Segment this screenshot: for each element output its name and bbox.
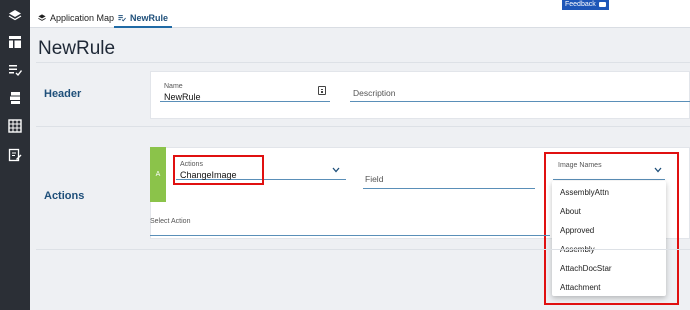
list-check-icon[interactable]	[7, 62, 23, 78]
actions-section-label: Actions	[44, 190, 85, 202]
page-title: NewRule	[38, 38, 116, 59]
divider	[36, 249, 690, 250]
highlight-box-actions	[173, 155, 264, 185]
feedback-button[interactable]: Feedback	[562, 0, 609, 10]
header-section-label: Header	[44, 88, 82, 100]
field-placeholder: Field	[365, 174, 384, 184]
layers-icon	[38, 14, 46, 21]
field-input[interactable]	[363, 171, 535, 189]
info-icon[interactable]	[318, 86, 326, 95]
edit-document-icon[interactable]	[7, 147, 23, 163]
table-layout-icon[interactable]	[7, 34, 23, 50]
description-placeholder: Description	[353, 88, 396, 98]
tab-bar: Application Map NewRule Feedback	[30, 0, 690, 28]
feedback-label: Feedback	[565, 1, 596, 8]
description-field[interactable]	[350, 88, 690, 102]
grid-icon[interactable]	[7, 118, 23, 134]
tab-label: NewRule	[130, 13, 169, 23]
action-badge: A	[150, 147, 166, 202]
select-action-field[interactable]	[150, 224, 550, 236]
tab-application-map[interactable]: Application Map	[38, 9, 114, 27]
name-field-value: NewRule	[164, 92, 201, 102]
divider	[36, 62, 690, 63]
chevron-down-icon[interactable]	[332, 167, 340, 173]
divider	[36, 126, 690, 127]
chat-bubble-icon	[598, 2, 606, 7]
highlight-box-image-names	[544, 152, 679, 305]
left-rail	[0, 0, 30, 310]
rule-icon	[118, 15, 126, 22]
name-field-label: Name	[164, 83, 183, 90]
layers-icon[interactable]	[7, 8, 23, 24]
stack-icon[interactable]	[7, 90, 23, 106]
tab-label: Application Map	[50, 13, 115, 23]
tab-newrule[interactable]: NewRule	[113, 9, 173, 28]
